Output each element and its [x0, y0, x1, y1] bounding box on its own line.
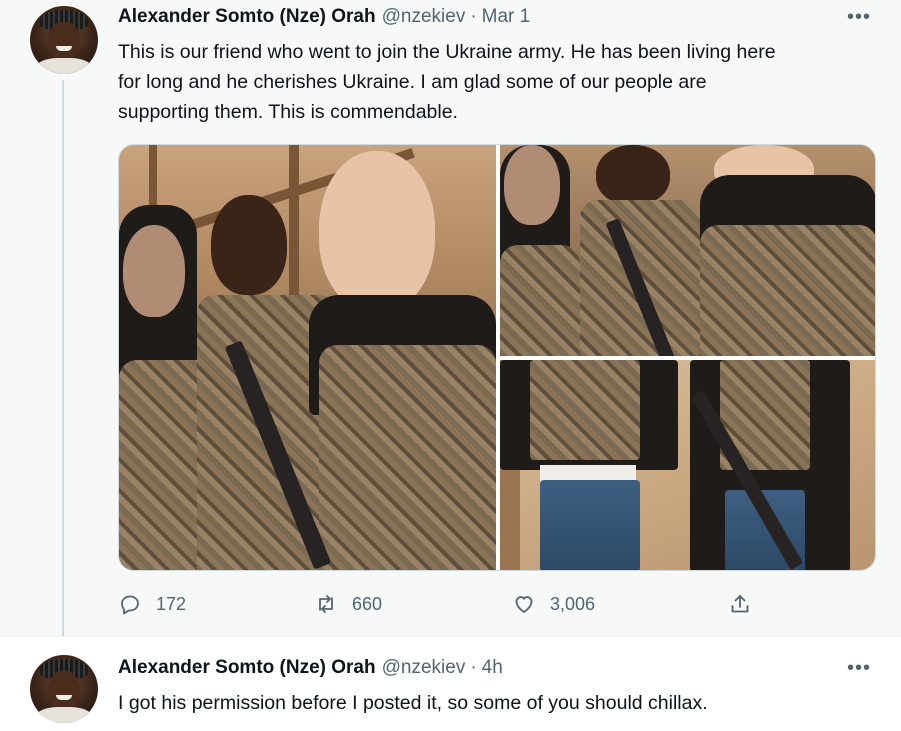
tweet-text: This is our friend who went to join the … — [118, 37, 888, 127]
author-handle[interactable]: @nzekiev — [382, 6, 466, 28]
retweet-count: 660 — [352, 593, 383, 614]
like-icon — [515, 596, 533, 613]
tweet-text-line: This is our friend who went to join the … — [118, 41, 776, 63]
photo-2[interactable] — [500, 145, 875, 356]
more-options-icon[interactable]: ••• — [847, 657, 871, 680]
author-name[interactable]: Alexander Somto (Nze) Orah — [118, 657, 376, 679]
reply-button[interactable]: 172 — [118, 592, 186, 616]
thread-line — [62, 80, 64, 646]
retweet-button[interactable]: 660 — [314, 592, 382, 616]
tweet-header: Alexander Somto (Nze) Orah @nzekiev · 4h — [118, 657, 503, 683]
photo-3[interactable] — [500, 360, 875, 570]
separator-dot: · — [470, 6, 477, 27]
like-count: 3,006 — [550, 593, 596, 614]
like-button[interactable]: 3,006 — [512, 592, 595, 616]
tweet-text-line: for long and he cherishes Ukraine. I am … — [118, 71, 707, 93]
author-handle[interactable]: @nzekiev — [382, 657, 466, 679]
author-avatar[interactable] — [30, 6, 98, 74]
tweet-actions: 172 660 3,006 — [118, 592, 876, 622]
tweet-timestamp[interactable]: 4h — [482, 657, 503, 679]
separator-dot: · — [470, 657, 477, 678]
tweet-reply[interactable]: Alexander Somto (Nze) Orah @nzekiev · 4h… — [0, 636, 901, 731]
tweet-original[interactable]: Alexander Somto (Nze) Orah @nzekiev · Ma… — [0, 0, 901, 646]
tweet-text: I got his permission before I posted it,… — [118, 692, 708, 714]
media-grid — [118, 144, 876, 571]
tweet-header: Alexander Somto (Nze) Orah @nzekiev · Ma… — [118, 6, 530, 32]
retweet-icon — [319, 595, 333, 613]
share-button[interactable] — [728, 592, 752, 616]
share-icon — [731, 595, 749, 613]
more-options-icon[interactable]: ••• — [847, 6, 871, 29]
photo-1[interactable] — [119, 145, 496, 570]
reply-icon — [121, 595, 139, 615]
tweet-timestamp[interactable]: Mar 1 — [482, 6, 531, 28]
author-name[interactable]: Alexander Somto (Nze) Orah — [118, 6, 376, 28]
tweet-text-line: supporting them. This is commendable. — [118, 101, 458, 123]
author-avatar[interactable] — [30, 655, 98, 723]
reply-count: 172 — [156, 593, 187, 614]
